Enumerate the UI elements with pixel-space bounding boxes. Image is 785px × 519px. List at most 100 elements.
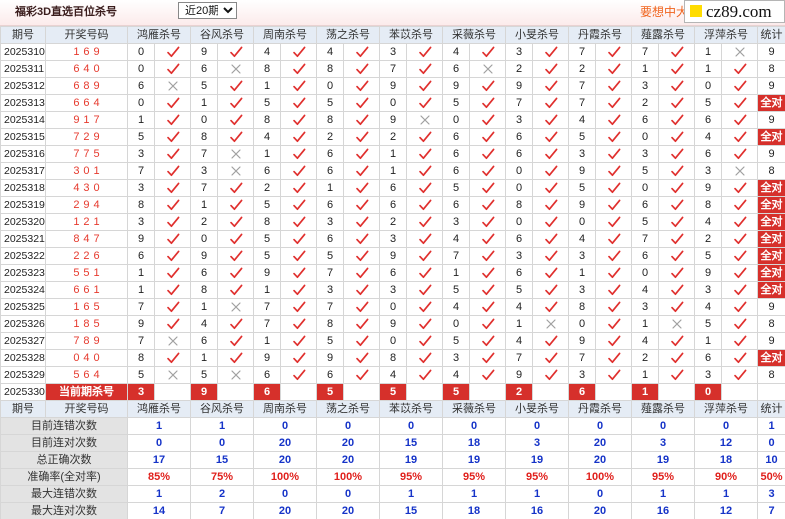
cross-icon — [733, 164, 747, 178]
kill-mark-cell — [406, 145, 443, 163]
stats-value: 20 — [568, 451, 632, 469]
kill-number-cell: 3 — [631, 298, 659, 316]
kill-mark-cell — [217, 349, 254, 367]
kill-number-cell: 6 — [442, 60, 470, 78]
kill-number-cell: 0 — [631, 179, 659, 197]
kill-mark-cell — [721, 366, 758, 384]
promo-link[interactable]: 要想中大 — [640, 5, 688, 19]
kill-number-cell: 6 — [631, 196, 659, 214]
check-icon — [544, 215, 558, 229]
kill-mark-cell — [658, 230, 695, 248]
kill-mark-cell — [658, 77, 695, 95]
check-icon — [733, 130, 747, 144]
check-icon — [544, 351, 558, 365]
stats-value: 1 — [127, 485, 191, 503]
table-row: 2025315 729 5 8 4 2 2 6 6 5 0 4 全对 — [0, 128, 785, 146]
check-icon — [166, 164, 180, 178]
kill-mark-cell — [658, 43, 695, 61]
kill-mark-cell — [721, 94, 758, 112]
kill-number-cell: 1 — [442, 264, 470, 282]
kill-mark-cell — [658, 213, 695, 231]
kill-number-cell: 7 — [127, 162, 155, 180]
kill-mark-cell — [280, 298, 317, 316]
stats-value: 19 — [631, 451, 695, 469]
kill-number-cell: 6 — [127, 77, 155, 95]
kill-mark-cell — [154, 145, 191, 163]
stats-value: 95% — [379, 468, 443, 486]
check-icon — [355, 113, 369, 127]
kill-mark-cell — [406, 213, 443, 231]
kill-number-cell: 6 — [316, 230, 344, 248]
draw-number-cell: 564 — [45, 366, 128, 384]
draw-number-cell: 301 — [45, 162, 128, 180]
stats-row: 目前连对次数 0 0 20 20 15 18 3 20 3 12 0 — [0, 434, 785, 452]
check-icon — [607, 147, 621, 161]
kill-mark-cell — [154, 213, 191, 231]
stats-value: 15 — [379, 502, 443, 519]
check-icon — [166, 283, 180, 297]
issue-cell: 2025322 — [0, 247, 46, 265]
kill-number-cell: 2 — [505, 60, 533, 78]
kill-mark-cell — [217, 145, 254, 163]
table-body: 期号 开奖号码 鸿雁杀号 谷风杀号 周南杀号 荡之杀号 苯苡杀号 采薇杀号 小旻杀号 丹霞杀号 薤露… — [0, 26, 785, 519]
stats-value: 3 — [757, 485, 785, 503]
kill-number-cell: 0 — [505, 179, 533, 197]
issue-cell: 2025325 — [0, 298, 46, 316]
stats-value: 20 — [316, 434, 380, 452]
kill-number-cell: 7 — [316, 298, 344, 316]
kill-mark-cell — [406, 94, 443, 112]
kill-mark-cell — [595, 247, 632, 265]
kill-number-cell: 1 — [568, 264, 596, 282]
check-icon — [166, 96, 180, 110]
column-header-killer: 荡之杀号 — [316, 26, 380, 44]
page-title: 福彩3D直选百位杀号 — [15, 6, 118, 18]
kill-number-cell: 6 — [316, 145, 344, 163]
kill-number-cell: 2 — [316, 128, 344, 146]
table-row: 2025322 226 6 9 5 5 9 7 3 3 6 5 全对 — [0, 247, 785, 265]
kill-number-cell: 0 — [505, 162, 533, 180]
stat-cell: 8 — [757, 315, 785, 333]
kill-mark-cell — [721, 247, 758, 265]
kill-mark-cell — [721, 298, 758, 316]
check-icon — [670, 266, 684, 280]
table-row: 2025310 169 0 9 4 4 3 4 3 7 7 1 9 — [0, 43, 785, 61]
kill-mark-cell — [406, 196, 443, 214]
draw-number-cell: 226 — [45, 247, 128, 265]
kill-number-cell: 0 — [127, 60, 155, 78]
kill-mark-cell — [721, 77, 758, 95]
kill-number-cell: 7 — [442, 247, 470, 265]
stats-value: 0 — [127, 434, 191, 452]
all-correct-badge: 全对 — [757, 349, 785, 367]
all-correct-badge: 全对 — [757, 94, 785, 112]
kill-mark-cell — [406, 383, 443, 401]
kill-number-cell: 6 — [253, 162, 281, 180]
stats-value: 16 — [631, 502, 695, 519]
check-icon — [670, 62, 684, 76]
check-icon — [481, 198, 495, 212]
kill-number-cell: 0 — [568, 315, 596, 333]
kill-mark-cell — [469, 213, 506, 231]
kill-mark-cell — [595, 332, 632, 350]
kill-mark-cell — [280, 247, 317, 265]
kill-number-cell: 5 — [442, 332, 470, 350]
column-header-issue: 期号 — [0, 400, 46, 418]
kill-number-cell: 6 — [631, 111, 659, 129]
check-icon — [418, 130, 432, 144]
kill-mark-cell — [343, 196, 380, 214]
cross-icon — [229, 147, 243, 161]
kill-number-cell: 1 — [253, 77, 281, 95]
check-icon — [733, 266, 747, 280]
all-correct-badge: 全对 — [757, 196, 785, 214]
kill-mark-cell — [469, 264, 506, 282]
check-icon — [355, 300, 369, 314]
check-icon — [166, 45, 180, 59]
kill-mark-cell — [595, 383, 632, 401]
kill-mark-cell — [280, 281, 317, 299]
check-icon — [481, 283, 495, 297]
check-icon — [544, 198, 558, 212]
all-correct-badge: 全对 — [757, 213, 785, 231]
period-select[interactable]: 近20期 — [178, 2, 237, 19]
check-icon — [292, 249, 306, 263]
kill-mark-cell — [343, 111, 380, 129]
kill-number-cell: 9 — [442, 77, 470, 95]
